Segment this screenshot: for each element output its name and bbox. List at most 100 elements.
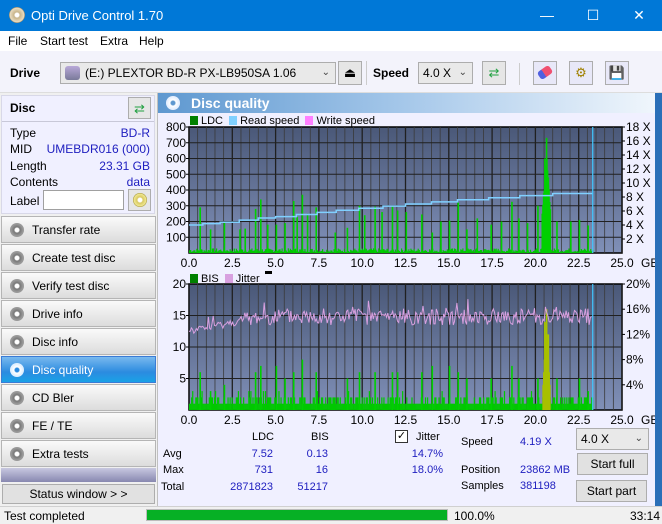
bis-bar	[247, 403, 249, 410]
bis-bar	[362, 403, 364, 410]
bis-bar	[405, 403, 407, 410]
bis-bar	[438, 397, 440, 410]
ldc-bar	[309, 250, 311, 253]
x-tick-label: 17.5	[480, 413, 504, 425]
bis-bar	[390, 397, 392, 410]
y2-tick-label: 12%	[626, 327, 650, 341]
nav-label: Verify test disc	[32, 279, 110, 293]
ldc-bar	[422, 251, 425, 253]
bis-bar	[327, 403, 329, 410]
disc-label-input[interactable]	[43, 190, 124, 210]
ldc-bar	[258, 250, 260, 253]
bis-bar	[317, 403, 320, 410]
bis-bar	[494, 391, 496, 410]
test-speed-select[interactable]: 4.0 X ⌄	[576, 428, 649, 450]
minimize-button[interactable]: —	[524, 0, 570, 31]
menu-extra[interactable]: Extra	[100, 34, 128, 48]
status-window-button[interactable]: Status window > >	[2, 484, 155, 504]
ldc-bar	[342, 251, 345, 253]
start-part-button[interactable]: Start part	[576, 480, 647, 502]
ldc-bar	[534, 250, 536, 253]
erase-button[interactable]	[533, 61, 557, 85]
nav-drive-info[interactable]: Drive info	[1, 300, 156, 327]
ldc-bar	[442, 250, 444, 253]
y-tick-label: 300	[166, 199, 186, 213]
ldc-bar	[229, 249, 231, 253]
ldc-bar	[568, 248, 570, 253]
bis-bar	[299, 397, 301, 410]
disc-refresh-button[interactable]: ⇄	[128, 97, 151, 119]
bis-bar	[354, 403, 356, 410]
ldc-bar	[495, 248, 497, 253]
nav-transfer-rate[interactable]: Transfer rate	[1, 216, 156, 243]
y-tick-label: 20	[173, 277, 187, 291]
ldc-bar	[339, 249, 341, 253]
ldc-bar	[227, 250, 229, 253]
ldc-bar	[290, 249, 293, 253]
ldc-bar	[468, 249, 470, 253]
bis-bar	[393, 403, 395, 410]
drive-select[interactable]: (E:) PLEXTOR BD-R PX-LB950SA 1.06 ⌄	[60, 62, 336, 84]
menu-file[interactable]: File	[8, 34, 27, 48]
bis-bar	[566, 397, 568, 410]
jitter-checkbox[interactable]: ✓	[395, 430, 408, 443]
bis-bar	[318, 397, 321, 410]
nav-create-test-disc[interactable]: Create test disc	[1, 244, 156, 271]
ldc-bar	[372, 248, 375, 253]
ldc-bar	[520, 251, 522, 253]
menu-help[interactable]: Help	[139, 34, 164, 48]
ldc-peak-bar	[244, 228, 247, 253]
ldc-bar	[559, 251, 562, 253]
ldc-bar	[535, 249, 537, 253]
speed-select[interactable]: 4.0 X ⌄	[418, 62, 473, 84]
disc-label-button[interactable]	[128, 189, 151, 211]
ldc-bar	[298, 251, 300, 253]
bis-bar	[417, 403, 419, 410]
ldc-peak-bar	[440, 221, 442, 253]
eject-button[interactable]: ⏏	[338, 61, 362, 85]
bis-bar	[339, 397, 341, 410]
bis-bar	[357, 397, 359, 410]
close-button[interactable]: ✕	[616, 0, 662, 31]
ldc-bar	[436, 250, 438, 253]
ldc-bar	[411, 249, 413, 253]
ldc-bar	[376, 250, 378, 253]
ldc-bar	[523, 250, 525, 253]
nav-verify-test-disc[interactable]: Verify test disc	[1, 272, 156, 299]
ldc-bar	[248, 250, 250, 253]
bis-bar	[271, 403, 273, 410]
save-button[interactable]: 💾	[605, 61, 629, 85]
bis-bar	[381, 397, 383, 410]
y-tick-label: 700	[166, 136, 186, 150]
ldc-bar	[489, 250, 491, 253]
ldc-bar	[234, 251, 236, 253]
bis-bar	[191, 397, 193, 410]
x-tick-label: 5.0	[267, 413, 284, 425]
bis-bar	[377, 397, 379, 410]
ldc-bar	[492, 250, 494, 253]
nav-disc-quality[interactable]: Disc quality	[1, 356, 156, 383]
settings-button[interactable]: ⚙	[569, 61, 593, 85]
ldc-bar	[228, 251, 230, 253]
nav-cd-bler[interactable]: CD Bler	[1, 384, 156, 411]
bis-bar	[212, 403, 215, 410]
nav-fe-te[interactable]: FE / TE	[1, 412, 156, 439]
ldc-peak-bar	[500, 221, 503, 253]
bis-bar	[213, 397, 216, 410]
bis-bar	[319, 403, 322, 410]
nav-label: FE / TE	[32, 419, 73, 433]
bis-bar	[456, 397, 458, 410]
maximize-button[interactable]: ☐	[570, 0, 616, 31]
start-full-button[interactable]: Start full	[577, 453, 648, 475]
ldc-bar	[514, 251, 516, 253]
nav-extra-tests[interactable]: Extra tests	[1, 440, 156, 467]
nav-disc-info[interactable]: Disc info	[1, 328, 156, 355]
ldc-bar	[387, 249, 389, 253]
ldc-bar	[194, 250, 196, 253]
bis-bar	[497, 403, 499, 410]
menu-start-test[interactable]: Start test	[40, 34, 88, 48]
app-disc-icon	[9, 7, 25, 23]
ldc-bar	[303, 251, 305, 253]
ldc-bar	[498, 250, 500, 253]
refresh-button[interactable]: ⇄	[482, 61, 506, 85]
